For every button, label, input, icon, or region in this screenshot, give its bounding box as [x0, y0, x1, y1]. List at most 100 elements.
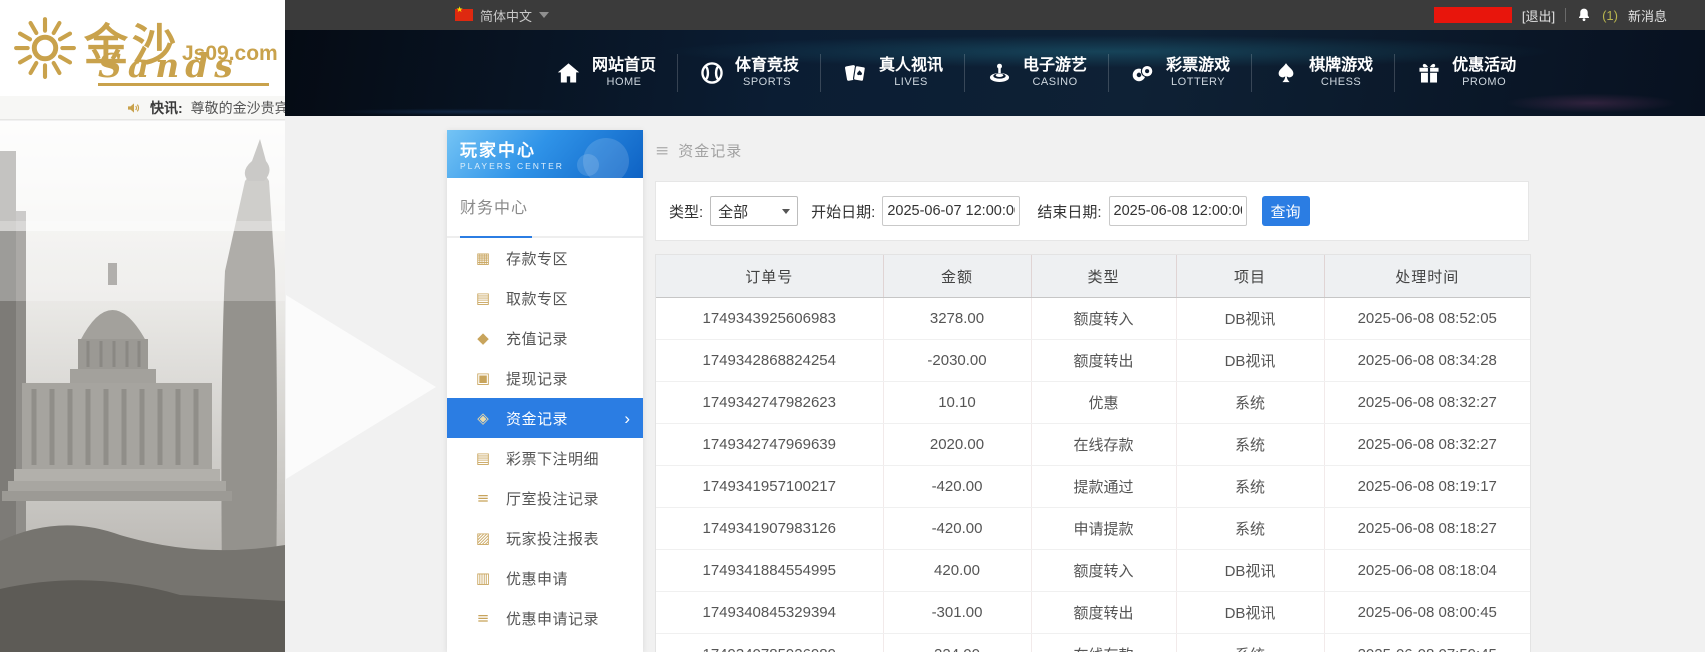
sidebar-item-withdraw-zone[interactable]: ▤取款专区 [447, 278, 643, 318]
top-right-group: [退出] (1) 新消息 [1434, 0, 1667, 30]
lottery-icon [1130, 60, 1156, 86]
ticker-label: 快讯: [150, 98, 183, 118]
table-cell: 1749342868824254 [656, 340, 883, 382]
table-cell: 2025-06-08 08:19:17 [1324, 466, 1530, 508]
gamepad-decoration [577, 154, 599, 176]
deposit-zone-icon: ▦ [473, 249, 493, 267]
table-cell: 2025-06-08 08:32:27 [1324, 424, 1530, 466]
promo-record-icon: ≡ [473, 609, 493, 627]
table-cell: 1749341884554995 [656, 550, 883, 592]
type-select[interactable]: 全部 [710, 196, 798, 226]
sidebar-item-hall-bets[interactable]: ≡厅室投注记录 [447, 478, 643, 518]
username-redacted [1434, 7, 1512, 23]
logout-link[interactable]: [退出] [1522, 6, 1555, 25]
table-cell: 2025-06-08 08:18:04 [1324, 550, 1530, 592]
section-finance-center: 财务中心 [447, 178, 643, 228]
type-label: 类型: [669, 201, 703, 222]
nav-label-en: CASINO [1032, 76, 1077, 90]
cn-flag-icon [455, 9, 473, 21]
nav-item-sports[interactable]: 体育竞技SPORTS [684, 56, 814, 90]
menu-icon: ≡ [655, 141, 669, 161]
section-personal-center: 个人中心 [447, 638, 643, 652]
table-row: 17493427479696392020.00在线存款系统2025-06-08 … [656, 424, 1530, 466]
sidebar-item-player-report[interactable]: ▨玩家投注报表 [447, 518, 643, 558]
nav-item-lottery[interactable]: 彩票游戏LOTTERY [1115, 56, 1245, 90]
page: 金沙Js09.com Sands 快讯: 尊敬的金沙贵宾 [0, 0, 1705, 652]
table-cell: 系统 [1176, 424, 1324, 466]
sidebar-item-promo-apply[interactable]: ▥优惠申请 [447, 558, 643, 598]
table-cell: DB视讯 [1176, 340, 1324, 382]
sidebar-item-lottery-bets[interactable]: ▤彩票下注明细 [447, 438, 643, 478]
column-header: 订单号 [656, 255, 883, 298]
news-ticker: 快讯: 尊敬的金沙贵宾 [0, 96, 285, 120]
table-cell: 额度转入 [1031, 550, 1176, 592]
table-cell: 420.00 [883, 550, 1031, 592]
table-cell: DB视讯 [1176, 550, 1324, 592]
nav-item-chess[interactable]: 棋牌游戏CHESS [1258, 56, 1388, 90]
table-row: 17493439256069833278.00额度转入DB视讯2025-06-0… [656, 298, 1530, 340]
nav-label-en: LOTTERY [1171, 76, 1225, 90]
message-count: (1) [1602, 8, 1618, 23]
nav-item-lives[interactable]: 真人视讯LIVES [827, 56, 958, 90]
table-cell: 3278.00 [883, 298, 1031, 340]
table-cell: 2025-06-08 08:34:28 [1324, 340, 1530, 382]
speaker-icon [126, 100, 142, 116]
nav-separator [1251, 54, 1252, 92]
ticker-message: 尊敬的金沙贵宾 [191, 98, 285, 118]
promo-icon [1416, 60, 1442, 86]
table-row: 1749341884554995420.00额度转入DB视讯2025-06-08… [656, 550, 1530, 592]
table-cell: 在线存款 [1031, 424, 1176, 466]
site-logo[interactable]: 金沙Js09.com Sands [0, 0, 285, 96]
table-row: 1749340785926989224.00在线存款系统2025-06-08 0… [656, 634, 1530, 652]
sports-icon [699, 60, 725, 86]
bell-icon[interactable] [1576, 7, 1592, 23]
table-cell: DB视讯 [1176, 298, 1324, 340]
main-nav: 网站首页HOME 体育竞技SPORTS 真人视讯LIVES 电子游艺CASINO 彩票游… [285, 30, 1705, 116]
sidebar-item-promo-record[interactable]: ≡优惠申请记录 [447, 598, 643, 638]
nav-items: 网站首页HOME 体育竞技SPORTS 真人视讯LIVES 电子游艺CASINO 彩票游… [540, 30, 1531, 116]
funds-record-icon: ◈ [473, 409, 493, 427]
language-selector[interactable]: 简体中文 [455, 0, 549, 30]
nav-item-promo[interactable]: 优惠活动PROMO [1401, 56, 1531, 90]
table-cell: -2030.00 [883, 340, 1031, 382]
table-cell: 1749341957100217 [656, 466, 883, 508]
table-cell: 2025-06-08 08:18:27 [1324, 508, 1530, 550]
sidebar-item-deposit-zone[interactable]: ▦存款专区 [447, 238, 643, 278]
table-row: 174934274798262310.10优惠系统2025-06-08 08:3… [656, 382, 1530, 424]
nav-item-home[interactable]: 网站首页HOME [540, 56, 671, 90]
column-header: 类型 [1031, 255, 1176, 298]
start-date-input[interactable] [882, 196, 1020, 226]
table-body: 17493439256069833278.00额度转入DB视讯2025-06-0… [656, 298, 1530, 652]
nav-separator [964, 54, 965, 92]
column-header: 金额 [883, 255, 1031, 298]
table-cell: 额度转出 [1031, 340, 1176, 382]
table-cell: 2025-06-08 07:59:45 [1324, 634, 1530, 652]
table-cell: 1749340785926989 [656, 634, 883, 652]
nav-separator [820, 54, 821, 92]
nav-separator [1394, 54, 1395, 92]
new-message-link[interactable]: 新消息 [1628, 6, 1667, 25]
home-icon [555, 60, 582, 87]
table-cell: 1749341907983126 [656, 508, 883, 550]
nav-label-cn: 优惠活动 [1452, 56, 1516, 76]
sidebar: 玩家中心 PLAYERS CENTER 财务中心 ▦存款专区▤取款专区◆充值记录… [447, 130, 643, 652]
table-cell: 在线存款 [1031, 634, 1176, 652]
search-button[interactable]: 查询 [1262, 196, 1310, 226]
table-row: 1749340845329394-301.00额度转出DB视讯2025-06-0… [656, 592, 1530, 634]
promo-apply-icon: ▥ [473, 569, 493, 587]
type-select-value: 全部 [718, 201, 748, 222]
table-cell: 系统 [1176, 466, 1324, 508]
nav-item-casino[interactable]: 电子游艺CASINO [971, 56, 1102, 90]
table-cell: 1749342747969639 [656, 424, 883, 466]
divider [1565, 8, 1566, 22]
table-row: 1749341907983126-420.00申请提款系统2025-06-08 … [656, 508, 1530, 550]
sun-logo-icon [12, 15, 78, 86]
chevron-down-icon [782, 209, 790, 214]
sidebar-item-funds-record[interactable]: ◈资金记录› [447, 398, 643, 438]
table-cell: -420.00 [883, 466, 1031, 508]
nav-label-en: SPORTS [743, 76, 791, 90]
sidebar-item-withdraw-record[interactable]: ▣提现记录 [447, 358, 643, 398]
sidebar-item-recharge-record[interactable]: ◆充值记录 [447, 318, 643, 358]
end-date-input[interactable] [1109, 196, 1247, 226]
withdraw-zone-icon: ▤ [473, 289, 493, 307]
